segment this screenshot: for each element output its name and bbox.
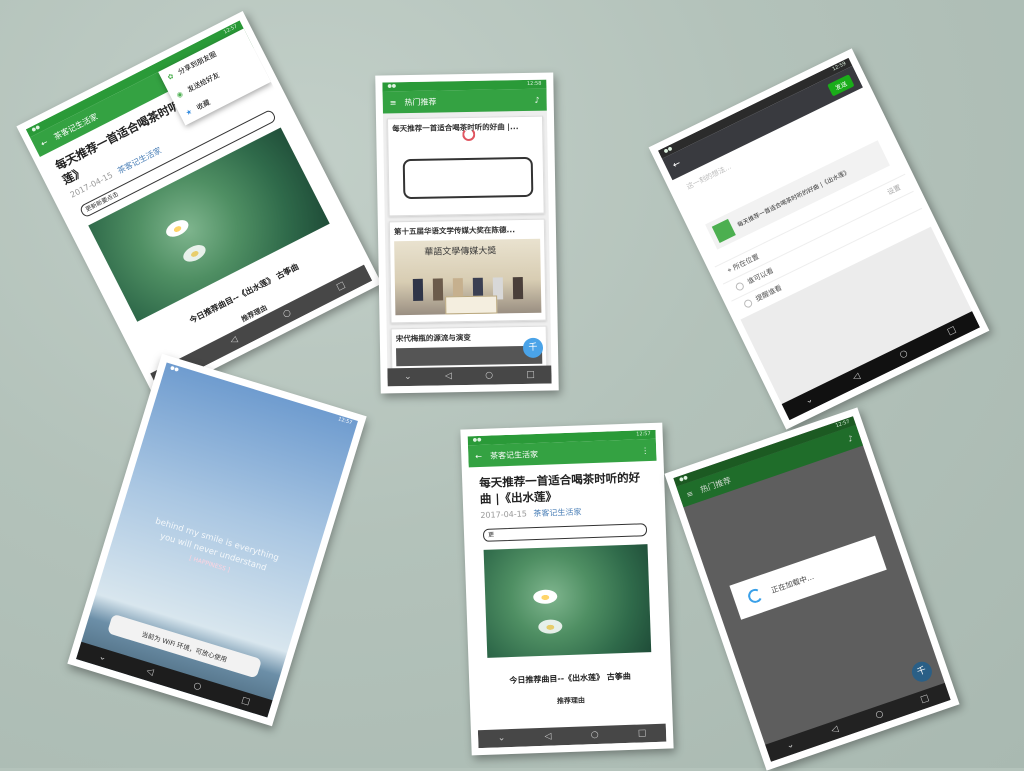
back-arrow-icon[interactable]: ← — [671, 159, 682, 171]
article-title: 每天推荐一首适合喝茶时听的好曲 |《出水莲》 — [479, 470, 641, 506]
nav-home-icon[interactable]: ○ — [485, 371, 493, 381]
nav-bar: ⌄ ◁ ○ □ — [387, 365, 552, 387]
nav-down-icon[interactable]: ⌄ — [97, 652, 107, 664]
lotus-image — [483, 544, 652, 658]
nav-home-icon[interactable]: ○ — [192, 681, 202, 693]
nav-home-icon[interactable]: ○ — [281, 308, 293, 320]
wechat-friend-icon: ◉ — [175, 89, 185, 100]
article-caption: 今日推荐曲目--《出水莲》 古筝曲 — [509, 671, 631, 686]
quote-line: you will never understand — [158, 531, 268, 574]
nav-bar: ⌄ ◁ ○ □ — [477, 723, 667, 749]
nav-down-icon[interactable]: ⌄ — [498, 733, 506, 743]
back-arrow-icon[interactable]: ← — [39, 137, 49, 148]
location-hint: 设置 — [886, 183, 903, 197]
nav-back-icon[interactable]: ◁ — [445, 371, 452, 381]
nav-recent-icon[interactable]: □ — [946, 325, 958, 338]
app-bar-title: 热门推荐 — [404, 97, 437, 107]
screenshot-card-article: ●● 12:57 ← 茶客记生活家 ⋮ 每天推荐一首适合喝茶时听的好曲 |《出水莲… — [460, 422, 674, 756]
app-bar: ≡ 热门推荐 ♪ — [382, 88, 547, 114]
nav-back-icon[interactable]: ◁ — [830, 724, 840, 736]
nav-recent-icon[interactable]: □ — [919, 693, 930, 705]
menu-item-label: 收藏 — [195, 98, 212, 112]
visibility-icon — [734, 281, 746, 292]
loading-spinner-icon — [462, 127, 476, 142]
nav-recent-icon[interactable]: □ — [526, 370, 535, 380]
app-bar-title: 热门推荐 — [698, 475, 733, 495]
lotus-reflection — [180, 241, 209, 266]
screenshot-card-feed: ●● 12:58 ≡ 热门推荐 ♪ 每天推荐一首适合喝茶时听的好曲 |... 第十… — [375, 72, 559, 394]
link-thumbnail-icon — [711, 218, 736, 243]
app-bar-title: 茶客记生活家 — [489, 449, 539, 461]
nav-down-icon[interactable]: ⌄ — [785, 740, 795, 752]
refresh-fab[interactable]: 千 — [909, 659, 935, 685]
moments-icon: ✿ — [166, 71, 176, 82]
speech-bubble — [402, 156, 534, 200]
loading-spinner-icon — [746, 586, 765, 605]
nav-recent-icon[interactable]: □ — [240, 695, 251, 707]
nav-recent-icon[interactable]: □ — [638, 728, 647, 738]
nav-home-icon[interactable]: ○ — [898, 348, 909, 360]
lotus-reflection — [538, 619, 563, 635]
bell-icon[interactable]: ♪ — [847, 433, 855, 443]
phone-screen: ●● 12:58 ≡ 热门推荐 ♪ 每天推荐一首适合喝茶时听的好曲 |... 第十… — [382, 79, 552, 387]
loading-text: 正在加载中... — [769, 571, 815, 595]
menu-icon[interactable]: ≡ — [390, 98, 397, 107]
award-photo: 華語文學傳媒大獎 — [394, 238, 542, 316]
lotus-flower — [163, 216, 192, 241]
nav-home-icon[interactable]: ○ — [874, 709, 885, 721]
remind-icon — [742, 298, 754, 309]
menu-icon[interactable]: ≡ — [685, 488, 694, 499]
nav-back-icon[interactable]: ◁ — [229, 335, 240, 347]
lotus-flower — [533, 589, 558, 605]
comment-bubble[interactable]: 更 — [482, 523, 648, 542]
nav-recent-icon[interactable]: □ — [335, 280, 347, 293]
feed-item[interactable]: 每天推荐一首适合喝茶时听的好曲 |... — [386, 115, 545, 217]
back-arrow-icon[interactable]: ← — [475, 451, 482, 460]
loading-dialog: 正在加载中... — [729, 535, 887, 620]
article-footer: 推荐理由 — [556, 696, 586, 706]
phone-screen: ●● 12:57 ← 茶客记生活家 ⋮ 每天推荐一首适合喝茶时听的好曲 |《出水莲… — [467, 429, 667, 749]
nav-down-icon[interactable]: ⌄ — [404, 372, 412, 382]
nav-down-icon[interactable]: ⌄ — [804, 394, 815, 406]
more-options-icon[interactable]: ⋮ — [641, 446, 649, 455]
nav-back-icon[interactable]: ◁ — [145, 666, 155, 678]
nav-back-icon[interactable]: ◁ — [851, 372, 862, 384]
nav-back-icon[interactable]: ◁ — [544, 732, 551, 742]
nav-home-icon[interactable]: ○ — [591, 730, 599, 740]
feed-item-image — [396, 345, 543, 367]
article-date: 2017-04-15 — [480, 509, 528, 520]
award-banner: 華語文學傳媒大獎 — [424, 246, 497, 258]
bell-icon[interactable]: ♪ — [534, 95, 539, 104]
calligraphy-scroll — [445, 295, 498, 315]
feed-item[interactable]: 第十五届华语文学传媒大奖在陈德... 華語文學傳媒大獎 — [388, 218, 547, 324]
article-author[interactable]: 茶客记生活家 — [533, 507, 581, 518]
splash-quote: behind my smile is everything you will n… — [113, 506, 314, 597]
star-icon: ★ — [184, 107, 194, 118]
